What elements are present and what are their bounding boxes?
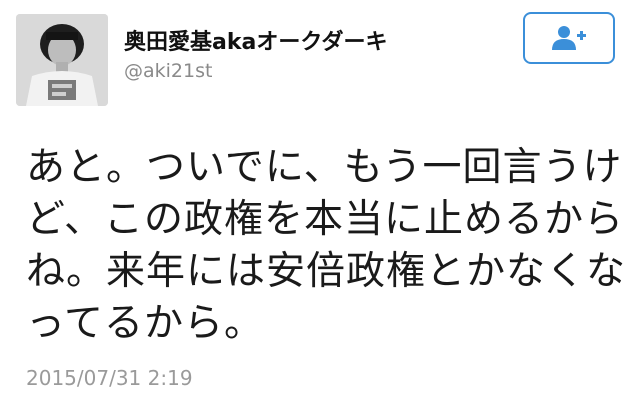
- tweet-text-line: ど、この政権を本当に止めるから: [26, 197, 625, 242]
- add-user-icon: [552, 26, 586, 50]
- timestamp[interactable]: 2015/07/31 2:19: [26, 366, 193, 390]
- avatar[interactable]: [16, 14, 108, 106]
- tweet-text: あと。ついでに、もう一回言うけ ど、この政権を本当に止めるから ね。来年には安倍…: [26, 142, 627, 350]
- tweet-text-line: ね。来年には安倍政権とかなくな: [26, 249, 627, 294]
- screen-name[interactable]: @aki21st: [124, 60, 212, 82]
- tweet-text-line: ってるから。: [26, 301, 265, 346]
- follow-button[interactable]: [523, 12, 615, 64]
- tweet-card: 奥田愛基akaオークダーキ @aki21st あと。ついでに、もう一回言うけ ど…: [0, 0, 630, 403]
- tweet-text-line: あと。ついでに、もう一回言うけ: [26, 145, 623, 190]
- display-name[interactable]: 奥田愛基akaオークダーキ: [124, 24, 387, 56]
- avatar-photo-icon: [16, 14, 108, 106]
